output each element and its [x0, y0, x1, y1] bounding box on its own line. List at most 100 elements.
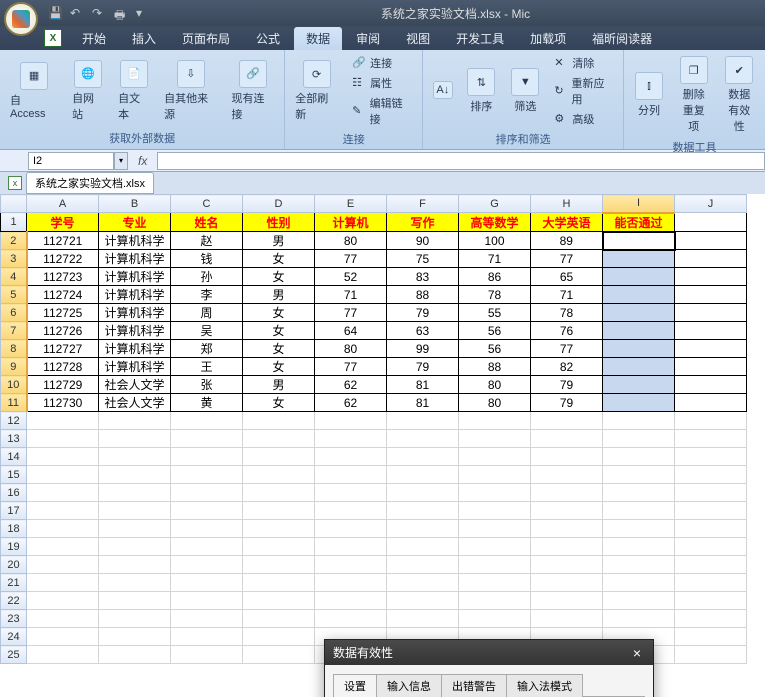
- cell[interactable]: 77: [315, 250, 387, 268]
- cell[interactable]: [99, 520, 171, 538]
- row-header[interactable]: 14: [1, 448, 27, 466]
- fx-icon[interactable]: fx: [128, 154, 157, 168]
- dlg-tab-settings[interactable]: 设置: [333, 674, 377, 697]
- cell[interactable]: [387, 466, 459, 484]
- cell[interactable]: [531, 520, 603, 538]
- print-icon[interactable]: 🖶: [114, 6, 128, 20]
- cell[interactable]: [99, 628, 171, 646]
- cell[interactable]: [675, 520, 747, 538]
- cell[interactable]: 78: [531, 304, 603, 322]
- cell[interactable]: [243, 520, 315, 538]
- cell[interactable]: [603, 268, 675, 286]
- cell[interactable]: 80: [459, 376, 531, 394]
- cell[interactable]: [315, 502, 387, 520]
- tab-dev[interactable]: 开发工具: [444, 27, 516, 50]
- cell[interactable]: [603, 304, 675, 322]
- cell[interactable]: 112721: [27, 232, 99, 250]
- remove-dup-button[interactable]: ❐删除 重复项: [674, 54, 714, 136]
- cell[interactable]: [243, 412, 315, 430]
- cell[interactable]: [315, 610, 387, 628]
- cell[interactable]: [387, 448, 459, 466]
- cell[interactable]: 80: [315, 232, 387, 250]
- col-header-F[interactable]: F: [387, 195, 459, 213]
- cell[interactable]: [315, 592, 387, 610]
- table-header-cell[interactable]: 计算机: [315, 213, 387, 232]
- cell[interactable]: 71: [315, 286, 387, 304]
- cell[interactable]: [603, 466, 675, 484]
- cell[interactable]: [675, 394, 747, 412]
- cell[interactable]: [603, 394, 675, 412]
- cell[interactable]: [603, 484, 675, 502]
- row-header[interactable]: 19: [1, 538, 27, 556]
- cell[interactable]: [675, 250, 747, 268]
- cell[interactable]: [171, 484, 243, 502]
- cell[interactable]: [459, 610, 531, 628]
- row-header[interactable]: 15: [1, 466, 27, 484]
- cell[interactable]: [531, 502, 603, 520]
- cell[interactable]: [171, 628, 243, 646]
- cell[interactable]: [675, 412, 747, 430]
- data-validation-button[interactable]: ✔数据 有效性: [719, 54, 759, 136]
- cell[interactable]: 78: [459, 286, 531, 304]
- cell[interactable]: 王: [171, 358, 243, 376]
- cell[interactable]: [531, 466, 603, 484]
- cell[interactable]: [99, 448, 171, 466]
- cell[interactable]: [459, 520, 531, 538]
- close-icon[interactable]: ×: [629, 645, 645, 661]
- cell[interactable]: [603, 376, 675, 394]
- cell[interactable]: 80: [315, 340, 387, 358]
- cell[interactable]: [27, 484, 99, 502]
- edit-links-button[interactable]: ✎编辑链接: [348, 94, 416, 128]
- cell[interactable]: [243, 484, 315, 502]
- cell[interactable]: 75: [387, 250, 459, 268]
- cell[interactable]: [675, 538, 747, 556]
- cell[interactable]: 88: [387, 286, 459, 304]
- cell[interactable]: [675, 610, 747, 628]
- connections-button[interactable]: 🔗连接: [348, 54, 416, 72]
- cell[interactable]: [675, 592, 747, 610]
- cell[interactable]: 张: [171, 376, 243, 394]
- advanced-button[interactable]: ⚙高级: [550, 110, 617, 128]
- clear-button[interactable]: ✕清除: [550, 54, 617, 72]
- col-header-C[interactable]: C: [171, 195, 243, 213]
- formula-input[interactable]: [157, 152, 765, 170]
- cell[interactable]: [27, 412, 99, 430]
- cell[interactable]: 79: [531, 394, 603, 412]
- cell[interactable]: [603, 340, 675, 358]
- cell[interactable]: 计算机科学: [99, 358, 171, 376]
- save-icon[interactable]: 💾: [48, 6, 62, 20]
- row-header[interactable]: 23: [1, 610, 27, 628]
- tab-addin[interactable]: 加载项: [518, 27, 578, 50]
- cell[interactable]: [27, 574, 99, 592]
- cell[interactable]: [387, 592, 459, 610]
- row-header[interactable]: 22: [1, 592, 27, 610]
- row-header[interactable]: 1: [1, 213, 27, 232]
- col-header-E[interactable]: E: [315, 195, 387, 213]
- cell[interactable]: [243, 628, 315, 646]
- cell[interactable]: [99, 430, 171, 448]
- cell[interactable]: [459, 430, 531, 448]
- cell[interactable]: [387, 430, 459, 448]
- cell[interactable]: 112725: [27, 304, 99, 322]
- cell[interactable]: [243, 556, 315, 574]
- select-all-corner[interactable]: [1, 195, 27, 213]
- cell[interactable]: [603, 250, 675, 268]
- cell[interactable]: 99: [387, 340, 459, 358]
- cell[interactable]: 79: [387, 358, 459, 376]
- cell[interactable]: [171, 466, 243, 484]
- cell[interactable]: [675, 484, 747, 502]
- cell[interactable]: 女: [243, 304, 315, 322]
- col-header-H[interactable]: H: [531, 195, 603, 213]
- cell[interactable]: [459, 592, 531, 610]
- cell[interactable]: [531, 610, 603, 628]
- tab-foxit[interactable]: 福昕阅读器: [580, 27, 664, 50]
- cell[interactable]: 82: [531, 358, 603, 376]
- cell[interactable]: 112727: [27, 340, 99, 358]
- tab-layout[interactable]: 页面布局: [170, 27, 242, 50]
- cell[interactable]: [603, 592, 675, 610]
- cell[interactable]: [171, 556, 243, 574]
- cell[interactable]: [387, 556, 459, 574]
- cell[interactable]: 社会人文学: [99, 394, 171, 412]
- cell[interactable]: [675, 322, 747, 340]
- cell[interactable]: [675, 574, 747, 592]
